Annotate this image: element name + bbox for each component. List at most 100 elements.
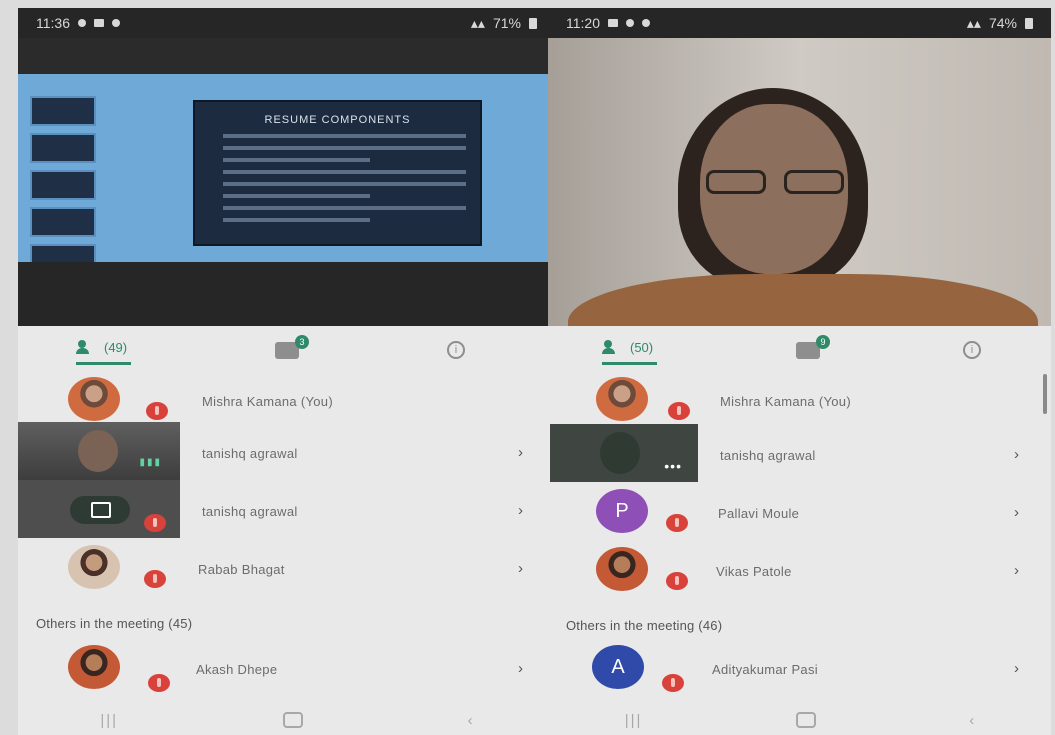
chat-badge: 3	[295, 334, 310, 349]
chevron-right-icon[interactable]: ›	[1014, 562, 1019, 579]
recent-apps-button[interactable]: |||	[625, 712, 643, 729]
tab-info[interactable]: i	[963, 341, 981, 359]
more-options-icon: •••	[664, 458, 682, 474]
avatar	[596, 377, 648, 421]
slide-thumbnail	[30, 96, 96, 126]
slide-text-line	[223, 182, 466, 186]
participant-row[interactable]: Rabab Bhagat ›	[18, 538, 555, 596]
shared-screen-video[interactable]: 11:36 ▴▴ 71% RESUME COMPONENTS	[18, 8, 555, 326]
slide-text-line	[223, 194, 370, 198]
home-button[interactable]	[795, 712, 816, 728]
status-time: 11:20	[566, 15, 600, 31]
notification-icon	[642, 19, 650, 27]
mic-muted-icon	[668, 402, 690, 420]
tab-info[interactable]: i	[447, 341, 465, 359]
chevron-right-icon[interactable]: ›	[518, 660, 523, 677]
avatar-initial: A	[592, 645, 644, 689]
speaker-video[interactable]: 11:20 ▴▴ 74%	[548, 8, 1051, 326]
tab-bar: (50) 9 i	[548, 330, 1051, 370]
participant-name: tanishq agrawal	[202, 504, 298, 519]
back-button[interactable]: ‹	[468, 712, 473, 729]
participant-row[interactable]: A Adityakumar Pasi ›	[548, 638, 1051, 696]
presenting-icon	[70, 496, 130, 524]
participant-row[interactable]: ▮▮▮ tanishq agrawal ›	[18, 422, 555, 480]
right-phone-screen: 11:20 ▴▴ 74% (50) 9 i Mishra Kamana (You…	[548, 8, 1051, 735]
chevron-right-icon[interactable]: ›	[1014, 660, 1019, 677]
current-slide: RESUME COMPONENTS	[193, 100, 482, 246]
gallery-icon	[94, 19, 104, 27]
avatar	[68, 645, 120, 689]
participant-name: Rabab Bhagat	[198, 562, 285, 577]
participant-name: Adityakumar Pasi	[712, 662, 818, 677]
others-section-label: Others in the meeting (45)	[36, 616, 193, 631]
participant-name: Mishra Kamana (You)	[720, 394, 851, 409]
avatar	[68, 377, 120, 421]
recent-apps-button[interactable]: |||	[100, 712, 118, 729]
chevron-right-icon[interactable]: ›	[518, 444, 523, 461]
home-button[interactable]	[282, 712, 303, 728]
tab-people[interactable]: (49)	[76, 339, 132, 365]
settings-icon	[78, 19, 86, 27]
notification-icon	[112, 19, 120, 27]
avatar	[596, 547, 648, 591]
system-nav-bar: ||| ‹	[18, 705, 555, 735]
slide-title: RESUME COMPONENTS	[264, 114, 411, 126]
participant-row[interactable]: Vikas Patole ›	[548, 540, 1051, 598]
camera-feed	[548, 38, 1051, 326]
participant-row[interactable]: Mishra Kamana (You)	[18, 370, 555, 428]
participant-row[interactable]: ••• tanishq agrawal ›	[548, 424, 1051, 482]
gallery-icon	[608, 19, 618, 27]
participant-name: Pallavi Moule	[718, 506, 800, 521]
participant-row[interactable]: Akash Dhepe ›	[18, 638, 555, 696]
tab-chat[interactable]: 3	[275, 334, 310, 359]
tab-chat[interactable]: 9	[796, 334, 831, 359]
glasses-icon	[706, 170, 846, 194]
slide-text-line	[223, 218, 370, 222]
avatar-initial: P	[596, 489, 648, 533]
chevron-right-icon[interactable]: ›	[1014, 446, 1019, 463]
battery-level: 74%	[988, 15, 1017, 31]
participant-row[interactable]: tanishq agrawal ›	[18, 480, 555, 538]
status-bar: 11:36 ▴▴ 71%	[18, 8, 555, 38]
battery-icon	[1025, 17, 1033, 29]
participant-name: Vikas Patole	[716, 564, 792, 579]
notification-icon	[626, 19, 634, 27]
mic-muted-icon	[144, 570, 166, 588]
tab-bar: (49) 3 i	[18, 330, 555, 370]
slide-thumbnail	[30, 207, 96, 237]
slide-text-line	[223, 146, 466, 150]
mic-muted-icon	[666, 514, 688, 532]
slide-thumbnail	[30, 170, 96, 200]
mic-muted-icon	[666, 572, 688, 590]
slide-text-line	[223, 206, 466, 210]
slide-text-line	[223, 134, 466, 138]
chat-badge: 9	[816, 334, 831, 349]
chevron-right-icon[interactable]: ›	[518, 560, 523, 577]
others-section-label: Others in the meeting (46)	[566, 618, 723, 633]
tab-people[interactable]: (50)	[602, 339, 658, 365]
battery-icon	[529, 17, 537, 29]
chevron-right-icon[interactable]: ›	[518, 502, 523, 519]
people-icon	[76, 340, 98, 354]
people-count: (49)	[104, 339, 128, 355]
participant-name: Akash Dhepe	[196, 662, 278, 677]
slide-thumbnails	[30, 96, 98, 274]
people-icon	[602, 340, 624, 354]
mic-muted-icon	[662, 674, 684, 692]
chevron-right-icon[interactable]: ›	[1014, 504, 1019, 521]
presentation-window: RESUME COMPONENTS	[18, 74, 555, 274]
participant-name: Mishra Kamana (You)	[202, 394, 333, 409]
left-phone-screen: 11:36 ▴▴ 71% RESUME COMPONENTS (49) 3 i …	[18, 8, 555, 735]
mic-muted-icon	[146, 402, 168, 420]
signal-icon: ▴▴	[966, 14, 981, 31]
participant-row[interactable]: Mishra Kamana (You)	[548, 370, 1051, 428]
slide-thumbnail	[30, 133, 96, 163]
mic-muted-icon	[148, 674, 170, 692]
back-button[interactable]: ‹	[969, 712, 974, 729]
participant-row[interactable]: P Pallavi Moule ›	[548, 482, 1051, 540]
status-bar: 11:20 ▴▴ 74%	[548, 8, 1051, 38]
video-letterbox	[18, 262, 555, 326]
people-count: (50)	[630, 339, 654, 355]
slide-text-line	[223, 158, 370, 162]
participant-video	[78, 430, 118, 472]
